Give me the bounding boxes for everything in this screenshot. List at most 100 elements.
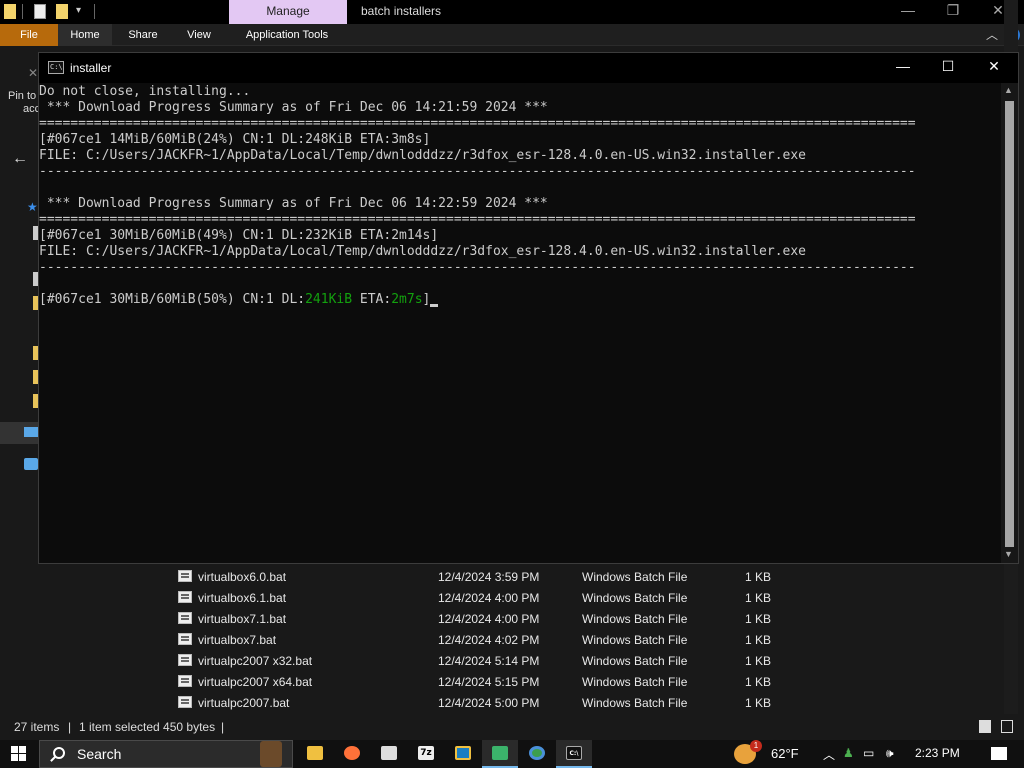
file-row[interactable]: virtualpc2007.bat 12/4/2024 5:00 PM Wind… (176, 692, 796, 713)
file-date: 12/4/2024 4:00 PM (438, 591, 540, 605)
file-row[interactable]: virtualpc2007 x64.bat 12/4/2024 5:15 PM … (176, 671, 796, 692)
file-row[interactable]: virtualbox7.1.bat 12/4/2024 4:00 PM Wind… (176, 608, 796, 629)
console-line: ----------------------------------------… (39, 164, 916, 179)
tab-home[interactable]: Home (58, 24, 112, 46)
quick-access-star-icon[interactable]: ★ (27, 200, 38, 214)
file-row[interactable]: virtualbox7.bat 12/4/2024 4:02 PM Window… (176, 629, 796, 650)
file-name: virtualbox7.1.bat (198, 612, 287, 626)
tab-file[interactable]: File (0, 24, 58, 46)
file-date: 12/4/2024 4:00 PM (438, 612, 540, 626)
scroll-up-icon[interactable]: ▲ (1004, 85, 1013, 95)
properties-icon[interactable] (34, 4, 46, 19)
console-line: FILE: C:/Users/JACKFR~1/AppData/Local/Te… (39, 148, 807, 163)
scroll-down-icon[interactable]: ▼ (1004, 549, 1013, 559)
separator (94, 4, 95, 19)
tab-share[interactable]: Share (118, 24, 168, 46)
search-highlight-icon (260, 741, 282, 767)
file-name: virtualbox6.1.bat (198, 591, 287, 605)
console-minimize-button[interactable]: — (880, 58, 926, 74)
explorer-minimize-button[interactable]: — (885, 2, 931, 18)
taskbar-app[interactable] (371, 740, 407, 768)
weather-temperature[interactable]: 62°F (771, 746, 799, 761)
taskbar: Search 7z C:\ 1 62°F ︿ ♟ ▭ 🕪 2:23 PM (0, 740, 1024, 768)
pin-icon[interactable]: ✕ (28, 66, 38, 80)
notifications-icon[interactable] (991, 747, 1007, 760)
qat-dropdown-icon[interactable]: ▾ (76, 5, 81, 16)
network-icon[interactable] (24, 458, 38, 470)
batch-file-icon (178, 696, 192, 708)
console-line: ========================================… (39, 212, 916, 227)
batch-file-icon (178, 591, 192, 603)
weather-badge: 1 (750, 740, 762, 752)
clock[interactable]: 2:23 PM (915, 746, 960, 760)
console-title-bar[interactable]: C:\ installer — ☐ ✕ (39, 53, 1018, 83)
batch-file-icon (178, 675, 192, 687)
start-button[interactable] (0, 740, 38, 768)
console-scrollbar[interactable]: ▲ ▼ (1001, 83, 1018, 563)
taskbar-file-explorer[interactable] (297, 740, 333, 768)
tab-application-tools[interactable]: Application Tools (232, 24, 342, 46)
file-name: virtualpc2007 x64.bat (198, 675, 313, 689)
console-line: FILE: C:/Users/JACKFR~1/AppData/Local/Te… (39, 244, 807, 259)
folder-icon (307, 746, 323, 760)
tab-view[interactable]: View (174, 24, 224, 46)
file-date: 12/4/2024 5:00 PM (438, 696, 540, 710)
explorer-title-bar: ▾ Manage batch installers — ❐ ✕ (0, 0, 1024, 24)
file-type: Windows Batch File (582, 570, 688, 584)
ribbon-collapse-icon[interactable]: ︿ (986, 26, 998, 43)
show-hidden-icons-icon[interactable]: ︿ (823, 746, 835, 763)
navigation-pane: ✕ Pin to acc ← ★ (0, 46, 40, 714)
file-size: 1 KB (745, 696, 772, 710)
file-date: 12/4/2024 5:15 PM (438, 675, 540, 689)
explorer-restore-button[interactable]: ❐ (930, 2, 976, 19)
console-line: Do not close, installing... (39, 84, 251, 99)
console-line: [#067ce1 30MiB/60MiB(49%) CN:1 DL:232KiB… (39, 228, 439, 243)
pin-to-quick-access-label[interactable]: Pin to acc (8, 90, 40, 116)
separator (22, 4, 23, 19)
file-size: 1 KB (745, 570, 772, 584)
taskbar-app-active[interactable] (482, 740, 518, 768)
network-icon[interactable]: ▭ (863, 746, 874, 760)
this-pc-monitor-icon (24, 427, 38, 437)
system-tray: 1 62°F ︿ ♟ ▭ 🕪 2:23 PM (734, 740, 1024, 768)
batch-file-icon (178, 612, 192, 624)
file-row[interactable]: virtualbox6.1.bat 12/4/2024 4:00 PM Wind… (176, 587, 796, 608)
details-view-icon[interactable] (979, 720, 991, 733)
console-close-button[interactable]: ✕ (971, 58, 1017, 75)
taskbar-search-box[interactable]: Search (39, 740, 293, 768)
file-date: 12/4/2024 5:14 PM (438, 654, 540, 668)
manage-context-tab[interactable]: Manage (229, 0, 347, 24)
new-folder-icon[interactable] (56, 4, 68, 19)
back-arrow-icon[interactable]: ← (12, 150, 28, 168)
user-status-icon[interactable]: ♟ (843, 746, 854, 760)
search-placeholder: Search (77, 746, 122, 762)
progress-prefix: [#067ce1 30MiB/60MiB(50%) CN:1 DL: (39, 292, 306, 307)
file-date: 12/4/2024 4:02 PM (438, 633, 540, 647)
file-type: Windows Batch File (582, 696, 688, 710)
console-maximize-button[interactable]: ☐ (925, 58, 971, 75)
taskbar-7zip[interactable]: 7z (408, 740, 444, 768)
console-title: installer (70, 61, 112, 75)
volume-icon[interactable]: 🕪 (886, 746, 894, 761)
taskbar-firefox[interactable] (334, 740, 370, 768)
chrome-icon (529, 746, 545, 760)
file-row[interactable]: virtualpc2007 x32.bat 12/4/2024 5:14 PM … (176, 650, 796, 671)
console-output[interactable]: Do not close, installing... *** Download… (39, 83, 1001, 563)
taskbar-virtualbox[interactable] (445, 740, 481, 768)
file-row[interactable]: virtualbox6.0.bat 12/4/2024 3:59 PM Wind… (176, 566, 796, 587)
pin-label-line-1: Pin to (8, 90, 37, 102)
large-icons-view-icon[interactable] (1001, 720, 1013, 733)
file-name: virtualbox6.0.bat (198, 570, 287, 584)
taskbar-chrome[interactable] (519, 740, 555, 768)
pin-label-line-2: acc (23, 103, 41, 115)
batch-file-icon (178, 570, 192, 582)
eta-value: 2m7s (391, 292, 423, 307)
ribbon-tabs: File Home Share View Application Tools ︿… (0, 24, 1024, 46)
file-date: 12/4/2024 3:59 PM (438, 570, 540, 584)
taskbar-command-prompt[interactable]: C:\ (556, 740, 592, 768)
folder-icon[interactable] (4, 4, 16, 19)
selection-info: 1 item selected 450 bytes (79, 720, 216, 734)
scroll-thumb[interactable] (1005, 101, 1014, 547)
batch-file-icon (178, 633, 192, 645)
search-icon (53, 747, 65, 759)
